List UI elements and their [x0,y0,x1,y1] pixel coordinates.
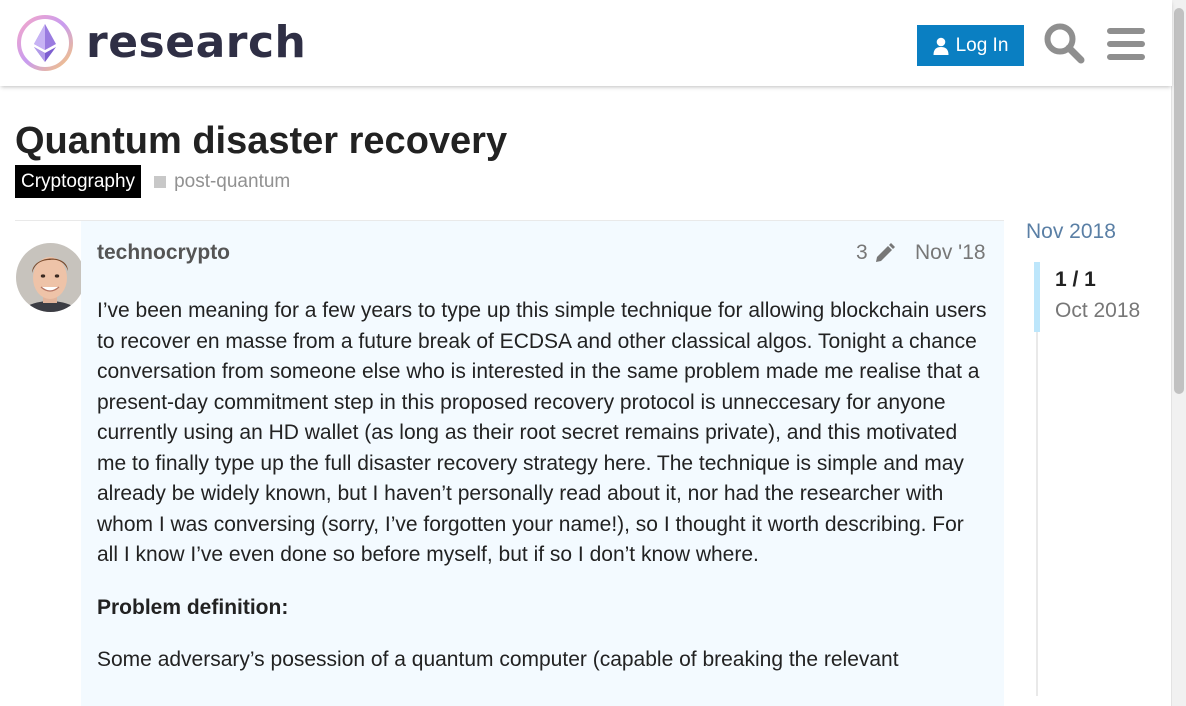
topic-title[interactable]: Quantum disaster recovery [15,118,507,164]
timeline-scroll-handle[interactable] [1034,262,1040,332]
edit-count: 3 [856,241,868,264]
search-icon[interactable] [1043,22,1086,65]
site-header: research Log In [0,0,1172,86]
post-heading: Problem definition: [97,595,289,619]
login-label: Log In [955,34,1009,56]
post-paragraph: I’ve been meaning for a few years to typ… [97,299,987,566]
post-content: I’ve been meaning for a few years to typ… [97,296,989,698]
login-button[interactable]: Log In [917,25,1024,66]
site-logo[interactable]: research [16,14,306,72]
logo-text: research [86,17,307,68]
hamburger-menu-icon[interactable] [1107,22,1145,65]
tag-label: post-quantum [174,170,291,192]
avatar-image [16,243,85,312]
author-avatar[interactable] [16,243,85,312]
timeline-progress: 1 / 1 [1055,268,1096,291]
tag-square-icon [154,175,167,188]
timeline-start-date[interactable]: Nov 2018 [1026,220,1116,244]
scrollbar-thumb[interactable] [1174,8,1184,394]
tag-link[interactable]: post-quantum [154,171,290,193]
post-date[interactable]: Nov '18 [915,241,986,265]
ethereum-research-logo-icon [17,15,73,71]
user-icon [933,37,949,55]
timeline-current-date: Oct 2018 [1055,299,1141,322]
post-edits[interactable]: 3 [856,241,896,265]
page-scrollbar[interactable] [1171,0,1186,706]
category-badge[interactable]: Cryptography [15,165,142,198]
post-paragraph: Some adversary’s posession of a quantum … [97,648,899,671]
post-author[interactable]: technocrypto [97,241,230,265]
topic-tags: Cryptography post-quantum [15,165,290,198]
pencil-icon [875,243,895,262]
